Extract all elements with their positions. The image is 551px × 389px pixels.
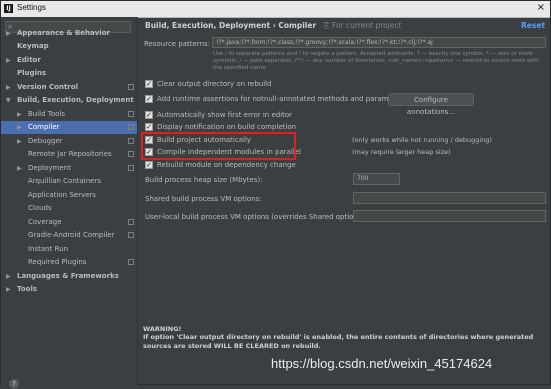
sidebar-item-label: Appearance & Behavior [17, 29, 110, 37]
expand-right-arrow-icon[interactable]: ▶ [6, 283, 11, 296]
sidebar-item-build-tools[interactable]: ▶ Build Tools [1, 108, 137, 121]
sidebar-item-label: Application Servers [28, 191, 96, 199]
display-notification-checkbox[interactable]: ✓ [145, 123, 153, 131]
resource-patterns-input[interactable]: !?*.java;!?*.form;!?*.class;!?*.groovy;!… [212, 37, 546, 48]
sidebar-item-appearance-behavior[interactable]: ▶ Appearance & Behavior [1, 27, 137, 40]
compiler-settings-panel: Build, Execution, Deployment › Compiler … [138, 17, 551, 386]
resource-patterns-label: Resource patterns: [144, 40, 211, 48]
watermark-url: https://blog.csdn.net/weixin_45174624 [271, 356, 493, 371]
sidebar-item-label: Build Tools [28, 110, 66, 118]
sidebar-item-application-servers[interactable]: Application Servers [1, 189, 137, 202]
breadcrumb: Build, Execution, Deployment › Compiler … [145, 21, 402, 31]
user-vm-options-input[interactable] [353, 210, 546, 222]
sidebar-item-debugger[interactable]: ▶ Debugger [1, 135, 137, 148]
build-automatically-note: (only works while not running / debuggin… [352, 136, 492, 144]
project-settings-icon [128, 84, 134, 90]
expand-right-arrow-icon[interactable]: ▶ [6, 27, 11, 40]
sidebar-item-label: Required Plugins [28, 258, 87, 266]
intellij-app-icon: IJ [4, 4, 13, 13]
expand-right-arrow-icon[interactable]: ▶ [6, 270, 11, 283]
rebuild-dependency-label: Rebuild module on dependency change [157, 161, 296, 169]
project-settings-icon [128, 165, 134, 171]
add-assertions-checkbox[interactable]: ✓ [145, 95, 153, 103]
sidebar-item-label: Keymap [17, 42, 49, 50]
project-settings-icon [128, 259, 134, 265]
sidebar-item-label: Debugger [28, 137, 63, 145]
settings-sidebar: ⌕ ▶ Appearance & Behavior Keymap ▶ Editor Plu… [1, 17, 138, 389]
sidebar-item-editor[interactable]: ▶ Editor [1, 54, 137, 67]
sidebar-item-label: Clouds [28, 204, 52, 212]
expand-right-arrow-icon[interactable]: ▶ [6, 81, 11, 94]
expand-right-arrow-icon[interactable]: ▶ [6, 54, 11, 67]
rebuild-dependency-checkbox[interactable]: ✓ [145, 161, 153, 169]
shared-vm-options-label: Shared build process VM options: [145, 195, 262, 203]
sidebar-item-label: Deployment [28, 164, 71, 172]
sidebar-item-remote-jar-repositories[interactable]: Remote Jar Repositories [1, 148, 137, 161]
configure-annotations-button[interactable]: Configure annotations... [388, 93, 474, 116]
display-notification-label: Display notification on build completion [157, 123, 297, 131]
settings-window: IJ Settings × ⌕ ▶ Appearance & Behavior Ke… [0, 0, 551, 389]
sidebar-item-label: Editor [17, 56, 41, 64]
heap-size-input[interactable]: 700 [353, 173, 400, 185]
sidebar-item-keymap[interactable]: Keymap [1, 40, 137, 53]
sidebar-item-instant-run[interactable]: Instant Run [1, 243, 137, 256]
shared-vm-options-input[interactable] [353, 192, 546, 204]
project-settings-icon [128, 111, 134, 117]
sidebar-item-label: Tools [17, 285, 38, 293]
window-close-icon[interactable]: × [537, 2, 545, 13]
resource-patterns-hint: Use ; to separate patterns and ! to nega… [213, 51, 539, 71]
sidebar-item-label: Version Control [17, 83, 78, 91]
expand-right-arrow-icon[interactable]: ▶ [17, 108, 22, 121]
sidebar-item-languages-frameworks[interactable]: ▶ Languages & Frameworks [1, 270, 137, 283]
window-title: Settings [17, 3, 46, 12]
title-bar: IJ Settings × [1, 1, 550, 18]
project-settings-icon [128, 232, 134, 238]
sidebar-item-deployment[interactable]: ▶ Deployment [1, 162, 137, 175]
expand-right-arrow-icon[interactable]: ▶ [17, 121, 22, 134]
sidebar-item-arquillian-containers[interactable]: Arquillian Containers [1, 175, 137, 188]
sidebar-item-label: Compiler [28, 123, 60, 131]
sidebar-item-label: Gradle-Android Compiler [28, 231, 115, 239]
sidebar-item-clouds[interactable]: Clouds [1, 202, 137, 215]
sidebar-item-label: Remote Jar Repositories [28, 150, 112, 158]
sidebar-item-plugins[interactable]: Plugins [1, 67, 137, 80]
sidebar-item-tools[interactable]: ▶ Tools [1, 283, 137, 296]
sidebar-item-label: Build, Execution, Deployment [17, 96, 134, 104]
sidebar-item-gradle-android-compiler[interactable]: Gradle-Android Compiler [1, 229, 137, 242]
expand-right-arrow-icon[interactable]: ▶ [17, 162, 22, 175]
project-settings-icon [128, 138, 134, 144]
show-first-error-label: Automatically show first error in editor [157, 111, 293, 119]
warning-text: If option 'Clear output directory on reb… [143, 333, 534, 350]
project-scope-note: ⎘ For current project [318, 21, 402, 30]
sidebar-item-label: Languages & Frameworks [17, 272, 119, 280]
warning-title: WARNING! [143, 325, 182, 333]
sidebar-item-label: Coverage [28, 218, 62, 226]
sidebar-item-version-control[interactable]: ▶ Version Control [1, 81, 137, 94]
clear-output-checkbox[interactable]: ✓ [145, 80, 153, 88]
user-vm-options-label: User-local build process VM options (ove… [145, 213, 367, 221]
project-settings-icon [128, 151, 134, 157]
reset-link[interactable]: Reset [521, 21, 545, 30]
sidebar-item-build-execution-deployment[interactable]: ▼ Build, Execution, Deployment [1, 94, 137, 107]
sidebar-item-compiler[interactable]: ▶ Compiler [1, 121, 137, 134]
sidebar-item-coverage[interactable]: Coverage [1, 216, 137, 229]
help-icon[interactable]: ? [9, 379, 19, 389]
compile-parallel-note: (may require larger heap size) [352, 148, 451, 156]
clear-output-label: Clear output directory on rebuild [157, 80, 272, 88]
add-assertions-label: Add runtime assertions for notnull-annot… [157, 95, 407, 103]
sidebar-item-label: Arquillian Containers [28, 177, 102, 185]
project-settings-icon [128, 219, 134, 225]
red-highlight-box [141, 132, 296, 160]
breadcrumb-path: Build, Execution, Deployment › Compiler [145, 21, 317, 30]
sidebar-item-label: Plugins [17, 69, 47, 77]
sidebar-item-required-plugins[interactable]: Required Plugins [1, 256, 137, 269]
expand-right-arrow-icon[interactable]: ▶ [17, 135, 22, 148]
heap-size-label: Build process heap size (Mbytes): [145, 176, 263, 184]
sidebar-item-label: Instant Run [28, 245, 69, 253]
expand-down-arrow-icon[interactable]: ▼ [6, 94, 11, 107]
show-first-error-checkbox[interactable]: ✓ [145, 111, 153, 119]
project-settings-icon [128, 124, 134, 130]
